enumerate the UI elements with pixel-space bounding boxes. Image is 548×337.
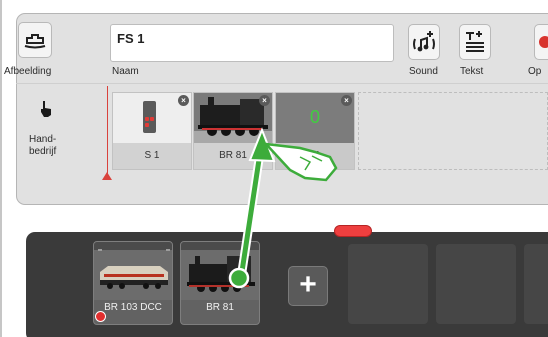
locomotive-image bbox=[181, 242, 259, 300]
name-input[interactable]: FS 1 bbox=[110, 24, 394, 62]
loco-card-br81[interactable]: BR 81 bbox=[180, 241, 260, 325]
toolbar-separator bbox=[16, 83, 548, 84]
text-label: Tekst bbox=[460, 66, 484, 77]
locomotive-icon bbox=[24, 34, 46, 49]
slot-counter: 0 bbox=[309, 107, 320, 127]
mode-label-line-1: Hand- bbox=[29, 134, 57, 145]
slot-caption: 81 bbox=[276, 143, 354, 169]
status-dot bbox=[95, 311, 106, 322]
op-button[interactable] bbox=[534, 24, 548, 60]
add-loco-button[interactable]: + bbox=[288, 266, 328, 306]
sound-button[interactable] bbox=[408, 24, 440, 60]
text-button[interactable] bbox=[459, 24, 491, 60]
sound-add-icon bbox=[413, 31, 435, 52]
playhead-marker[interactable] bbox=[102, 172, 112, 180]
tray-cell-empty bbox=[348, 244, 428, 324]
op-label: Op bbox=[528, 66, 542, 77]
loco-caption: BR 81 bbox=[206, 302, 234, 313]
text-add-icon bbox=[466, 31, 484, 52]
image-button[interactable] bbox=[18, 22, 52, 58]
screen: Afbeelding FS 1 Naam Sound Tekst Op Hand… bbox=[0, 0, 548, 337]
record-icon bbox=[539, 36, 548, 48]
slot-caption: BR 81 bbox=[194, 143, 272, 169]
mode-label-line-2: bedrijf bbox=[29, 146, 57, 157]
tray-cell-empty bbox=[524, 244, 548, 324]
image-label: Afbeelding bbox=[4, 66, 52, 77]
remove-slot-icon[interactable]: × bbox=[341, 95, 352, 106]
signal-icon bbox=[143, 101, 156, 133]
empty-sequence-area[interactable] bbox=[358, 92, 548, 170]
playhead-line bbox=[107, 86, 108, 178]
sequence-slot-loco[interactable]: × BR 81 bbox=[193, 92, 273, 170]
locomotive-image bbox=[94, 242, 172, 300]
loco-caption: BR 103 DCC bbox=[104, 302, 162, 313]
hand-icon[interactable] bbox=[39, 100, 53, 118]
slot-caption: S 1 bbox=[113, 143, 191, 169]
name-label: Naam bbox=[112, 66, 139, 77]
remove-slot-icon[interactable]: × bbox=[178, 95, 189, 106]
tray-cell-empty bbox=[436, 244, 516, 324]
window-edge bbox=[0, 0, 2, 337]
sequence-slot-signal[interactable]: × S 1 bbox=[112, 92, 192, 170]
tray-handle[interactable] bbox=[334, 225, 372, 237]
remove-slot-icon[interactable]: × bbox=[259, 95, 270, 106]
sequence-slot-counter[interactable]: 0 × 81 bbox=[275, 92, 355, 170]
sound-label: Sound bbox=[409, 66, 438, 77]
